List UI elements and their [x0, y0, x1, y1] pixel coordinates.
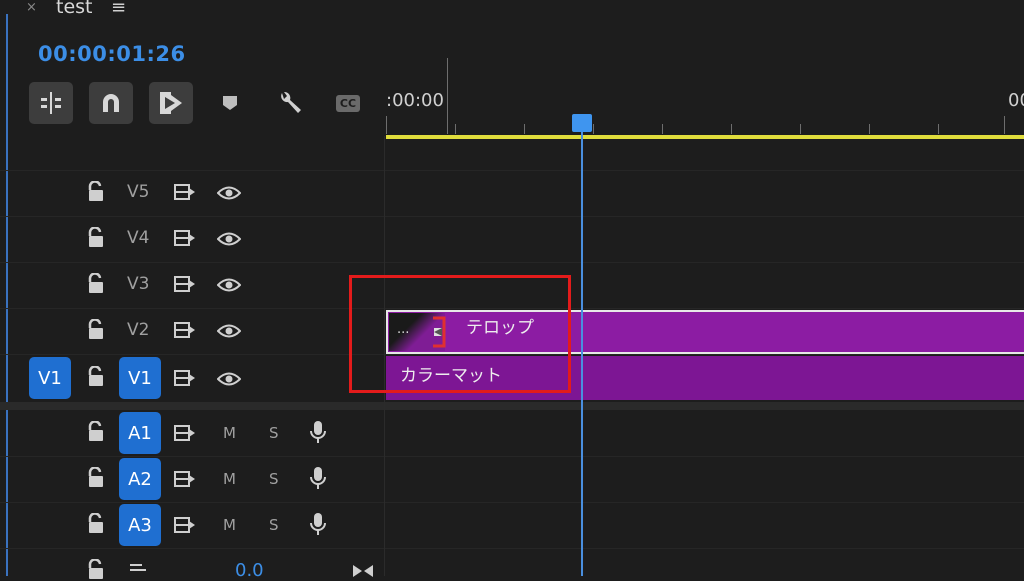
- eye-icon[interactable]: [217, 231, 241, 247]
- timeline-settings-button[interactable]: [275, 82, 305, 124]
- lock-open-icon[interactable]: [86, 227, 106, 249]
- source-patch-v1[interactable]: V1: [29, 357, 71, 399]
- add-marker-icon: [223, 96, 237, 110]
- lock-open-icon[interactable]: [86, 421, 106, 443]
- captions-cc-icon: CC: [335, 94, 361, 112]
- playhead-line[interactable]: [581, 130, 583, 576]
- track-label[interactable]: V5: [127, 182, 149, 202]
- eye-icon[interactable]: [217, 323, 241, 339]
- linked-selection-icon: [160, 92, 182, 114]
- sync-lock-icon[interactable]: [174, 276, 196, 292]
- lock-open-icon[interactable]: [86, 181, 106, 203]
- eye-icon[interactable]: [217, 185, 241, 201]
- snap-magnet-icon: [103, 94, 119, 112]
- solo-button[interactable]: S: [269, 424, 279, 442]
- microphone-icon[interactable]: [310, 420, 326, 446]
- insert-overwrite-icon: [41, 92, 61, 114]
- sync-lock-icon[interactable]: [174, 517, 196, 533]
- master-volume-value[interactable]: 0.0: [235, 560, 264, 581]
- snap-button[interactable]: [89, 82, 133, 124]
- eye-icon[interactable]: [217, 371, 241, 387]
- close-tab-icon[interactable]: ×: [26, 0, 37, 15]
- lock-open-icon[interactable]: [86, 273, 106, 295]
- lock-open-icon[interactable]: [86, 366, 106, 388]
- track-target-v1[interactable]: V1: [119, 357, 161, 399]
- panel-focus-border: [6, 14, 8, 576]
- playhead-timecode[interactable]: 00:00:01:26: [38, 42, 186, 66]
- track-label[interactable]: V3: [127, 274, 149, 294]
- mute-button[interactable]: M: [223, 516, 236, 534]
- track-target-a1[interactable]: A1: [119, 412, 161, 454]
- lock-open-icon[interactable]: [86, 559, 106, 581]
- panel-menu-icon[interactable]: ≡: [111, 0, 126, 18]
- work-area-bar[interactable]: [386, 135, 1024, 139]
- ruler-end-label: 00: [1008, 90, 1024, 111]
- add-marker-button[interactable]: [215, 82, 245, 124]
- ruler-start-label: :00:00: [386, 90, 444, 111]
- sync-lock-icon[interactable]: [174, 322, 196, 338]
- lock-open-icon[interactable]: [86, 467, 106, 489]
- lock-open-icon[interactable]: [86, 513, 106, 535]
- sequence-tab-title[interactable]: test: [56, 0, 93, 18]
- video-audio-divider[interactable]: [0, 402, 1024, 410]
- sync-lock-icon[interactable]: [174, 370, 196, 386]
- wrench-settings-icon: [281, 91, 301, 113]
- track-target-a2[interactable]: A2: [119, 458, 161, 500]
- track-label[interactable]: V2: [127, 320, 149, 340]
- solo-button[interactable]: S: [269, 470, 279, 488]
- microphone-icon[interactable]: [310, 466, 326, 492]
- lock-open-icon[interactable]: [86, 319, 106, 341]
- playhead-handle[interactable]: [572, 114, 592, 132]
- sync-lock-icon[interactable]: [174, 230, 196, 246]
- mute-button[interactable]: M: [223, 424, 236, 442]
- linked-selection-button[interactable]: [149, 82, 193, 124]
- sync-lock-icon[interactable]: [174, 184, 196, 200]
- captions-button[interactable]: CC: [333, 82, 363, 124]
- track-label[interactable]: V4: [127, 228, 149, 248]
- mute-button[interactable]: M: [223, 470, 236, 488]
- master-track-icon[interactable]: [128, 562, 148, 576]
- highlight-annotation-box: [349, 275, 571, 393]
- track-target-a3[interactable]: A3: [119, 504, 161, 546]
- solo-button[interactable]: S: [269, 516, 279, 534]
- sync-lock-icon[interactable]: [174, 425, 196, 441]
- microphone-icon[interactable]: [310, 512, 326, 538]
- eye-icon[interactable]: [217, 277, 241, 293]
- insert-overwrite-button[interactable]: [29, 82, 73, 124]
- sync-lock-icon[interactable]: [174, 471, 196, 487]
